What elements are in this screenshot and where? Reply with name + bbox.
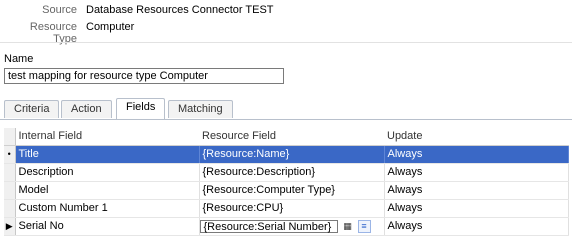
table-row[interactable]: • Title {Resource:Name} Always	[4, 145, 569, 164]
row-indicator-icon: •	[4, 145, 16, 164]
resource-field-input[interactable]: {Resource:Serial Number}	[199, 219, 338, 233]
source-label: Source	[42, 4, 77, 16]
cell-update[interactable]: Always	[384, 181, 569, 200]
cell-internal-field[interactable]: Description	[15, 163, 200, 182]
cell-internal-field[interactable]: Custom Number 1	[15, 199, 200, 218]
cell-update[interactable]: Always	[384, 199, 569, 218]
row-indicator-icon	[4, 163, 16, 182]
tab-divider	[0, 119, 572, 120]
cell-update[interactable]: Always	[384, 217, 569, 236]
row-indicator-icon	[4, 199, 16, 218]
name-label: Name	[4, 53, 34, 65]
table-row[interactable]: Description {Resource:Description} Alway…	[4, 163, 569, 182]
list-icon[interactable]: ≡	[357, 219, 371, 233]
header-corner	[4, 128, 16, 146]
cell-update[interactable]: Always	[384, 145, 569, 164]
cell-resource-field[interactable]: {Resource:Computer Type}	[199, 181, 385, 200]
cell-internal-field[interactable]: Serial No	[15, 217, 200, 236]
table-row[interactable]: ▶ Serial No {Resource:Serial Number} ▦ ≡ A…	[4, 217, 569, 236]
tab-criteria[interactable]: Criteria	[4, 100, 60, 118]
header-divider	[0, 42, 572, 43]
name-field[interactable]: test mapping for resource type Computer	[4, 68, 284, 84]
row-indicator-icon: ▶	[4, 217, 16, 236]
cell-resource-field-editor[interactable]: {Resource:Serial Number} ▦ ≡	[199, 217, 385, 236]
cell-resource-field[interactable]: {Resource:CPU}	[199, 199, 385, 218]
cell-internal-field[interactable]: Model	[15, 181, 200, 200]
cell-internal-field[interactable]: Title	[15, 145, 200, 164]
column-header-update[interactable]: Update	[384, 128, 568, 146]
cell-resource-field[interactable]: {Resource:Description}	[199, 163, 385, 182]
column-header-resource-field[interactable]: Resource Field	[199, 128, 384, 146]
resource-type-value: Computer	[86, 21, 135, 33]
field-picker-icon[interactable]: ▦	[342, 220, 354, 232]
cell-update[interactable]: Always	[384, 163, 569, 182]
cell-resource-field[interactable]: {Resource:Name}	[199, 145, 385, 164]
row-indicator-icon	[4, 181, 16, 200]
fields-grid: Internal Field Resource Field Update • T…	[4, 128, 569, 236]
table-row[interactable]: Model {Resource:Computer Type} Always	[4, 181, 569, 200]
grid-header: Internal Field Resource Field Update	[4, 128, 568, 146]
tab-fields[interactable]: Fields	[116, 98, 166, 119]
table-row[interactable]: Custom Number 1 {Resource:CPU} Always	[4, 199, 569, 218]
column-header-internal-field[interactable]: Internal Field	[15, 128, 199, 146]
tab-action[interactable]: Action	[61, 100, 112, 118]
tab-matching[interactable]: Matching	[168, 100, 233, 118]
source-value: Database Resources Connector TEST	[86, 4, 274, 16]
